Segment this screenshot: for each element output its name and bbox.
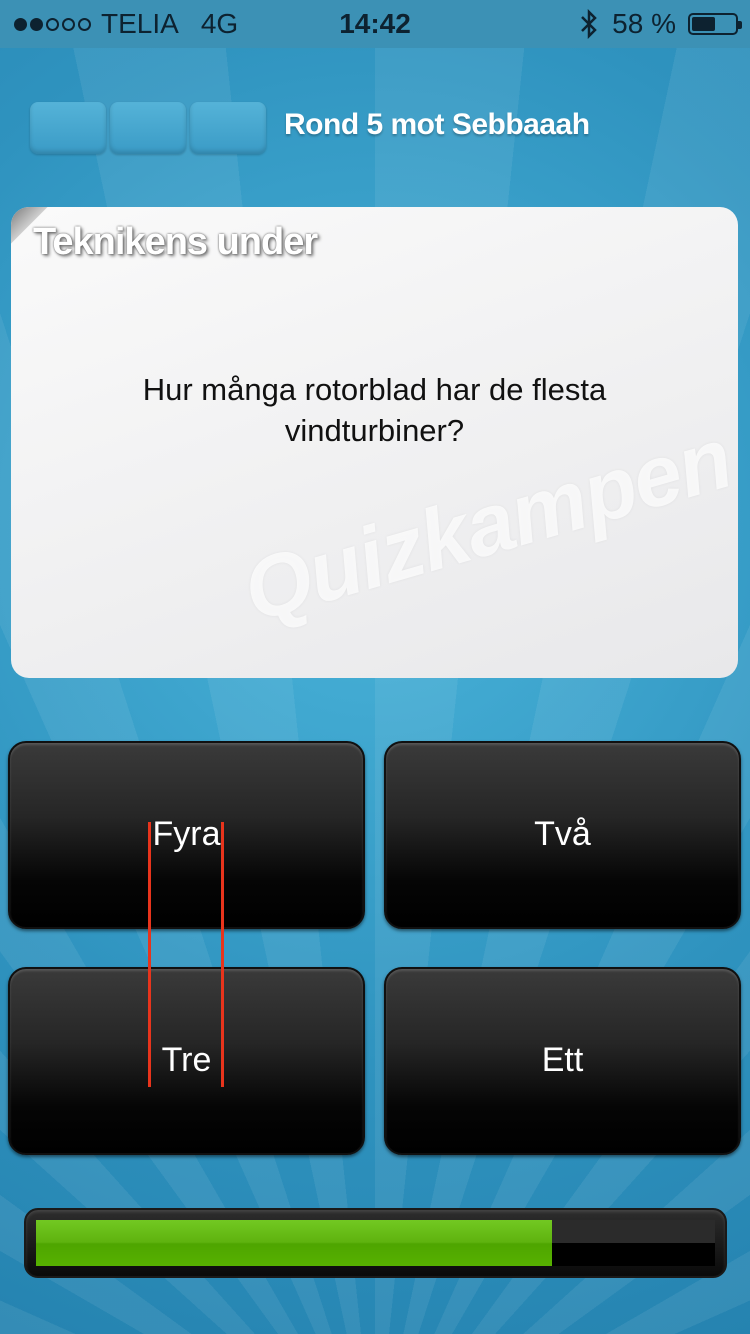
answer-button-3[interactable]: Tre [8, 967, 365, 1155]
answer-label: Fyra [152, 815, 221, 853]
answer-label: Ett [541, 1041, 584, 1079]
round-box [30, 102, 106, 154]
annotation-line-right [221, 822, 224, 1087]
question-card: Teknikens under Hur många rotorblad har … [11, 207, 738, 678]
category-label: Teknikens under [33, 221, 318, 263]
battery-icon [688, 13, 742, 35]
answer-button-2[interactable]: Två [384, 741, 741, 929]
annotation-line-left [148, 822, 151, 1087]
answer-label: Tre [161, 1041, 212, 1079]
answer-button-1[interactable]: Fyra [8, 741, 365, 929]
battery-percent: 58 % [612, 8, 676, 39]
timer-track [36, 1220, 715, 1266]
round-title: Rond 5 mot Sebbaaah [284, 108, 590, 141]
answer-button-4[interactable]: Ett [384, 967, 741, 1155]
bluetooth-icon [581, 9, 597, 39]
round-box [190, 102, 266, 154]
status-bar: TELIA 4G 14:42 58 % [0, 0, 750, 48]
answer-label: Två [534, 815, 591, 853]
round-box [110, 102, 186, 154]
battery-level [692, 17, 715, 31]
round-progress-boxes [30, 102, 266, 154]
timer-bar [24, 1208, 727, 1278]
question-text: Hur många rotorblad har de flesta vindtu… [142, 372, 607, 448]
timer-fill [36, 1220, 553, 1266]
status-bar-right: 58 % [578, 8, 742, 40]
